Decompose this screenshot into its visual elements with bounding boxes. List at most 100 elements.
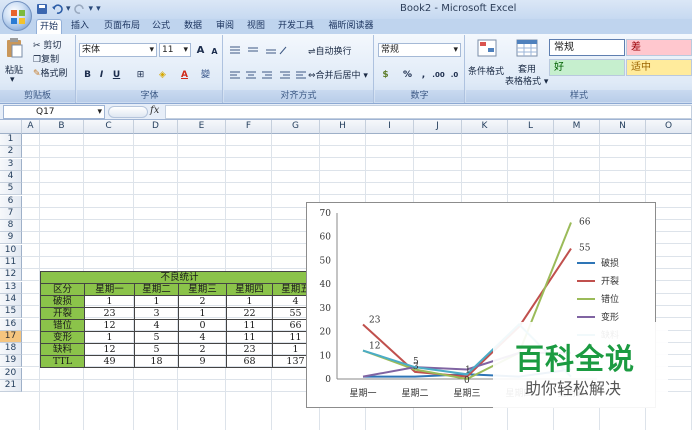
column-header-E[interactable]: E [178, 120, 226, 134]
table-cell[interactable]: 5 [134, 343, 179, 356]
row-label-cell[interactable]: 变形 [40, 331, 85, 344]
tab-developer[interactable]: 开发工具 [274, 19, 318, 34]
column-header-O[interactable]: O [646, 120, 692, 134]
conditional-format-button[interactable]: 条件格式 [468, 37, 506, 87]
table-cell[interactable]: 0 [178, 319, 227, 332]
cut-button[interactable]: ✂ 剪切 [33, 38, 61, 51]
italic-button[interactable]: I [95, 68, 108, 81]
currency-icon[interactable]: $ [379, 68, 392, 81]
format-as-table-button[interactable]: 套用 表格格式 ▾ [505, 37, 548, 87]
row-header-21[interactable]: 21 [0, 380, 22, 392]
column-header-D[interactable]: D [134, 120, 178, 134]
column-header-G[interactable]: G [272, 120, 320, 134]
table-cell[interactable]: 49 [84, 355, 135, 368]
row-header-16[interactable]: 16 [0, 318, 22, 331]
column-header-N[interactable]: N [600, 120, 646, 134]
column-header-J[interactable]: J [414, 120, 462, 134]
paste-button[interactable]: 粘贴 ▾ [4, 37, 26, 85]
column-header-A[interactable]: A [22, 120, 40, 134]
column-header-M[interactable]: M [554, 120, 600, 134]
table-cell[interactable]: 11 [226, 331, 273, 344]
table-cell[interactable]: 68 [226, 355, 273, 368]
table-cell[interactable]: 5 [134, 331, 179, 344]
table-cell[interactable]: 1 [84, 295, 135, 308]
table-cell[interactable]: 1 [134, 295, 179, 308]
row-header-5[interactable]: 5 [0, 183, 22, 196]
shrink-font-button[interactable]: A [208, 45, 221, 58]
style-bad[interactable]: 差 [626, 39, 692, 56]
table-cell[interactable]: 9 [178, 355, 227, 368]
row-header-12[interactable]: 12 [0, 269, 22, 282]
table-cell[interactable]: 23 [84, 307, 135, 320]
column-header-H[interactable]: H [320, 120, 366, 134]
tab-view[interactable]: 视图 [243, 19, 269, 34]
tab-data[interactable]: 数据 [179, 19, 207, 34]
tab-formulas[interactable]: 公式 [148, 19, 174, 34]
table-cell[interactable]: 4 [178, 331, 227, 344]
bold-button[interactable]: B [81, 68, 94, 81]
phonetic-button[interactable]: 變 [199, 68, 212, 81]
tab-page-layout[interactable]: 页面布局 [99, 19, 145, 34]
row-header-17[interactable]: 17 [0, 330, 22, 343]
percent-button[interactable]: % [401, 68, 414, 81]
number-format-select[interactable]: 常规 ▾ [378, 43, 461, 57]
redo-icon[interactable] [73, 3, 86, 15]
row-label-cell[interactable]: 破损 [40, 295, 85, 308]
name-box[interactable]: Q17 ▾ [3, 105, 105, 119]
font-name-select[interactable]: 宋体 ▾ [79, 43, 157, 57]
fill-color-icon[interactable]: ◈ [156, 68, 169, 81]
copy-button[interactable]: ❐复制 [33, 52, 59, 65]
decrease-decimal-button[interactable]: .0 [447, 68, 462, 81]
row-header-1[interactable]: 1 [0, 134, 22, 146]
row-header-19[interactable]: 19 [0, 355, 22, 368]
row-header-11[interactable]: 11 [0, 257, 22, 269]
column-header-K[interactable]: K [462, 120, 508, 134]
column-header-L[interactable]: L [508, 120, 554, 134]
row-header-10[interactable]: 10 [0, 244, 22, 257]
tab-insert[interactable]: 插入 [66, 19, 94, 34]
font-color-button[interactable]: A [178, 68, 191, 81]
table-header-cell[interactable]: 星期一 [84, 283, 135, 296]
comma-button[interactable]: , [417, 68, 430, 81]
table-cell[interactable]: 3 [134, 307, 179, 320]
style-neutral[interactable]: 适中 [626, 59, 692, 76]
table-header-cell[interactable]: 星期二 [134, 283, 179, 296]
table-cell[interactable]: 12 [84, 343, 135, 356]
table-cell[interactable]: 2 [178, 295, 227, 308]
row-header-4[interactable]: 4 [0, 170, 22, 183]
merge-center-button[interactable]: ⇔合并后居中 ▾ [308, 68, 368, 81]
table-cell[interactable]: 23 [226, 343, 273, 356]
table-header-cell[interactable]: 星期四 [226, 283, 273, 296]
row-header-14[interactable]: 14 [0, 293, 22, 306]
vertical-align-icons[interactable] [228, 44, 288, 56]
save-icon[interactable] [36, 3, 48, 15]
row-header-2[interactable]: 2 [0, 146, 22, 159]
row-header-9[interactable]: 9 [0, 232, 22, 245]
underline-button[interactable]: U [110, 68, 123, 81]
row-label-cell[interactable]: 缺料 [40, 343, 85, 356]
horizontal-align-icons[interactable] [228, 69, 308, 81]
row-header-18[interactable]: 18 [0, 343, 22, 356]
tab-home[interactable]: 开始 [36, 19, 62, 34]
format-painter-button[interactable]: ✎格式刷 [33, 66, 68, 79]
table-cell[interactable]: 11 [226, 319, 273, 332]
column-header-I[interactable]: I [366, 120, 414, 134]
style-normal[interactable]: 常规 [549, 39, 625, 56]
insert-function-icon[interactable]: fx [150, 105, 159, 116]
table-header-cell[interactable]: 星期三 [178, 283, 227, 296]
column-header-F[interactable]: F [226, 120, 272, 134]
table-cell[interactable]: 1 [226, 295, 273, 308]
tab-review[interactable]: 审阅 [212, 19, 238, 34]
tab-foxit-reader[interactable]: 福昕阅读器 [323, 19, 379, 34]
undo-icon[interactable] [51, 3, 63, 15]
column-header-C[interactable]: C [84, 120, 134, 134]
wrap-text-button[interactable]: ⇌自动换行 [308, 44, 352, 57]
grow-font-button[interactable]: A [194, 44, 207, 57]
font-size-select[interactable]: 11 ▾ [159, 43, 191, 57]
paste-dropdown-icon[interactable]: ▾ [10, 75, 15, 85]
table-cell[interactable]: 18 [134, 355, 179, 368]
office-button[interactable] [2, 1, 32, 31]
formula-bar-expand-icon[interactable] [108, 106, 148, 118]
table-cell[interactable]: 4 [134, 319, 179, 332]
row-header-13[interactable]: 13 [0, 281, 22, 294]
